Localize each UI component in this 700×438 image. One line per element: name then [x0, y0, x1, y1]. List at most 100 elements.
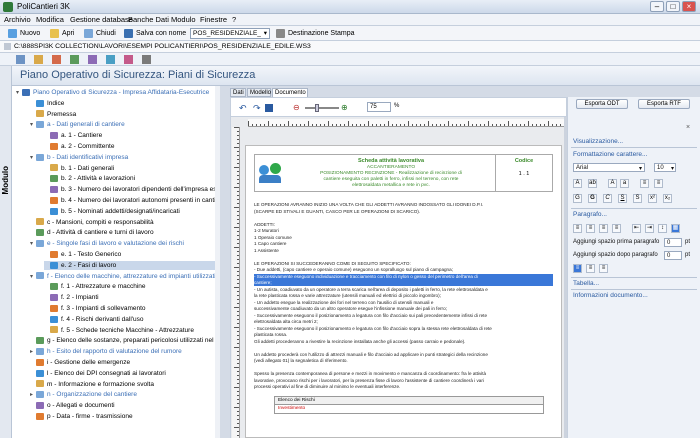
tree-item[interactable]: p - Data - firme - trasmissione: [30, 412, 215, 421]
font-color-icon[interactable]: A: [573, 179, 582, 188]
tool-icon-7[interactable]: [124, 55, 133, 64]
subscript-icon[interactable]: x₂: [663, 194, 672, 203]
zoom-out-icon[interactable]: ⊖: [293, 103, 300, 112]
document-page[interactable]: Scheda attività lavorativa ACCANTIERAMEN…: [245, 145, 562, 438]
tree-item[interactable]: ▾ Piano Operativo di Sicurezza - Impresa …: [16, 88, 215, 97]
tree-item[interactable]: f. 1 - Attrezzature e macchine: [44, 282, 215, 291]
tab-modello[interactable]: Modello: [247, 88, 271, 97]
zoom-slider-thumb[interactable]: [315, 104, 319, 112]
tabella-link[interactable]: Tabella...: [573, 280, 599, 287]
export-odt-button[interactable]: Esporta ODT: [576, 99, 628, 109]
tree-item[interactable]: b. 4 - Numero dei lavoratori autonomi pr…: [44, 196, 215, 205]
module-side-tab[interactable]: Modulo: [0, 66, 12, 438]
salva-button[interactable]: Salva con nome: [124, 28, 186, 39]
menu-archivio[interactable]: Archivio: [4, 15, 31, 24]
tree-item[interactable]: f. 4 - Rischi derivanti dall'uso: [44, 315, 215, 324]
tree-scrollbar[interactable]: [215, 86, 220, 438]
tree-item[interactable]: d - Attività di cantiere e turni di lavo…: [30, 228, 215, 237]
outdent-icon[interactable]: ⇤: [632, 224, 641, 233]
tool-icon-6[interactable]: [106, 55, 115, 64]
shrink-font-icon[interactable]: a: [620, 179, 629, 188]
menu-gestione-database[interactable]: Gestione database: [70, 15, 133, 24]
clear-format-icon[interactable]: G: [573, 194, 582, 203]
tree-item[interactable]: f. 2 - Impianti: [44, 293, 215, 302]
font-select[interactable]: Arial ▾: [573, 163, 645, 172]
align-right-icon[interactable]: ≡: [599, 224, 608, 233]
italic-icon[interactable]: C: [603, 194, 612, 203]
tab-documento[interactable]: Documento: [272, 88, 308, 97]
numbering-icon[interactable]: ≡: [654, 179, 663, 188]
tree-item[interactable]: ▸ h - Esito del rapporto di valutazione d…: [30, 347, 215, 356]
strike-icon[interactable]: S: [633, 194, 642, 203]
export-rtf-button[interactable]: Esporta RTF: [638, 99, 690, 109]
visualizzazione-link[interactable]: Visualizzazione...: [573, 138, 623, 145]
tree-item[interactable]: c - Mansioni, compiti e responsabilità: [30, 218, 215, 227]
formattazione-link[interactable]: Formattazione carattere...: [573, 151, 647, 158]
tree-item[interactable]: f. 3 - Impianti di sollevamento: [44, 304, 215, 313]
menu-modifica[interactable]: Modifica: [36, 15, 64, 24]
tree-item[interactable]: i - Gestione delle emergenze: [30, 358, 215, 367]
tree-item[interactable]: ▾ e - Singole fasi di lavoro e valutazion…: [30, 239, 215, 248]
tree-item[interactable]: b. 2 - Attività e lavorazioni: [44, 174, 215, 183]
undo-icon[interactable]: ↶: [239, 103, 247, 114]
save-icon[interactable]: [265, 104, 273, 112]
close-button[interactable]: ×: [682, 1, 696, 12]
highlight-icon[interactable]: ab: [588, 179, 597, 188]
tool-icon-5[interactable]: [88, 55, 97, 64]
tree-item[interactable]: e. 1 - Testo Generico: [44, 250, 215, 259]
tree-item[interactable]: a. 1 - Cantiere: [44, 131, 215, 140]
tree-item[interactable]: m - Informazione e formazione svolta: [30, 380, 215, 389]
tree-item[interactable]: b. 5 - Nominati addetti/designati/incari…: [44, 207, 215, 216]
border-icon[interactable]: ▦: [671, 224, 680, 233]
tree-item[interactable]: f. 5 - Schede tecniche Macchine - Attrez…: [44, 326, 215, 335]
list-style-2-icon[interactable]: ≡: [586, 264, 595, 273]
apri-button[interactable]: Apri: [50, 28, 74, 39]
indent-icon[interactable]: ⇥: [645, 224, 654, 233]
tool-icon-2[interactable]: [34, 55, 43, 64]
menu-help[interactable]: ?: [232, 15, 236, 24]
tree-item[interactable]: a. 2 - Committente: [44, 142, 215, 151]
tool-icon-8[interactable]: [142, 55, 151, 64]
informazioni-link[interactable]: Informazioni documento...: [573, 292, 648, 299]
zoom-in-icon[interactable]: ⊕: [341, 103, 348, 112]
tree-item[interactable]: b. 1 - Dati generali: [44, 164, 215, 173]
tree-item[interactable]: e. 2 - Fasi di lavoro: [44, 260, 215, 270]
align-center-icon[interactable]: ≡: [586, 224, 595, 233]
tool-icon-3[interactable]: [52, 55, 61, 64]
tree-item[interactable]: o - Allegati e documenti: [30, 401, 215, 410]
space-before-input[interactable]: 0: [664, 238, 682, 247]
menu-modulo[interactable]: Modulo: [171, 15, 196, 24]
list-style-1-icon[interactable]: ≡: [573, 264, 582, 273]
underline-icon[interactable]: S: [618, 194, 627, 203]
grow-font-icon[interactable]: A: [608, 179, 617, 188]
nuovo-button[interactable]: Nuovo: [8, 28, 40, 39]
tree-item[interactable]: l - Elenco dei DPI consegnati ai lavorat…: [30, 369, 215, 378]
tree-item[interactable]: g - Elenco delle sostanze, preparati per…: [30, 336, 215, 345]
bullets-icon[interactable]: ≡: [640, 179, 649, 188]
list-style-3-icon[interactable]: ≡: [599, 264, 608, 273]
tab-dati[interactable]: Dati: [230, 88, 246, 97]
file-select[interactable]: POS_RESIDENZIALE_ ▾: [190, 28, 270, 39]
destinazione-stampa-button[interactable]: Destinazione Stampa: [276, 28, 355, 39]
tree-item[interactable]: Premessa: [30, 110, 215, 119]
minimize-button[interactable]: –: [650, 1, 664, 12]
paragrafo-link[interactable]: Paragrafo...: [573, 211, 607, 218]
tool-icon-4[interactable]: [70, 55, 79, 64]
bold-icon[interactable]: G: [588, 194, 597, 203]
justify-icon[interactable]: ≡: [612, 224, 621, 233]
tool-icon-1[interactable]: [16, 55, 25, 64]
redo-icon[interactable]: ↷: [253, 103, 261, 114]
tree-item[interactable]: Indice: [30, 99, 215, 108]
font-size-select[interactable]: 10 ▾: [654, 163, 676, 172]
close-panel-icon[interactable]: ×: [686, 124, 690, 131]
chiudi-button[interactable]: Chiudi: [84, 28, 116, 39]
zoom-input[interactable]: 75: [367, 102, 391, 112]
tree-item[interactable]: b. 3 - Numero dei lavoratori dipendenti …: [44, 185, 215, 194]
tree-item[interactable]: ▾ f - Elenco delle macchine, attrezzature…: [30, 272, 215, 281]
menu-banche-dati[interactable]: Banche Dati: [128, 15, 169, 24]
line-spacing-icon[interactable]: ↕: [658, 224, 667, 233]
tree-item[interactable]: ▾ b - Dati identificativi impresa: [30, 153, 215, 162]
tree-item[interactable]: ▸ n - Organizzazione del cantiere: [30, 390, 215, 399]
tree-item[interactable]: ▾ a - Dati generali di cantiere: [30, 120, 215, 129]
zoom-slider[interactable]: [305, 107, 339, 109]
